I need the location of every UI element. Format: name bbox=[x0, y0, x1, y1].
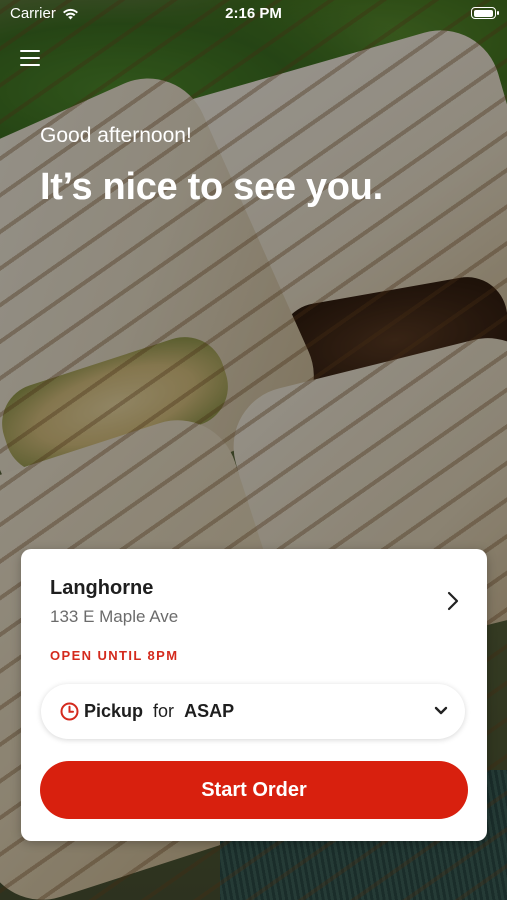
status-time: 2:16 PM bbox=[225, 5, 282, 22]
order-type-selector[interactable]: Pickup for ASAP bbox=[41, 684, 465, 739]
greeting-text: Good afternoon! bbox=[40, 124, 192, 147]
store-address: 133 E Maple Ave bbox=[50, 607, 179, 626]
order-method: Pickup bbox=[84, 701, 144, 721]
store-selector[interactable]: Langhorne 133 E Maple Ave bbox=[21, 549, 487, 649]
order-time: ASAP bbox=[184, 701, 235, 721]
page-headline: It’s nice to see you. bbox=[40, 166, 383, 208]
clock-icon bbox=[60, 702, 79, 721]
battery-level bbox=[473, 9, 493, 17]
order-connector: for bbox=[153, 701, 175, 721]
location-card: Langhorne 133 E Maple Ave OPEN UNTIL 8PM… bbox=[21, 549, 487, 841]
store-name: Langhorne bbox=[50, 577, 154, 599]
status-bar: Carrier 2:16 PM bbox=[0, 0, 507, 28]
hours-status: OPEN UNTIL 8PM bbox=[50, 648, 179, 663]
chevron-down-icon bbox=[434, 706, 448, 715]
order-type-text: Pickup for ASAP bbox=[84, 701, 234, 722]
menu-button[interactable] bbox=[20, 49, 42, 67]
chevron-right-icon bbox=[447, 591, 459, 611]
start-order-button[interactable]: Start Order bbox=[40, 761, 468, 819]
battery-icon bbox=[471, 7, 499, 19]
